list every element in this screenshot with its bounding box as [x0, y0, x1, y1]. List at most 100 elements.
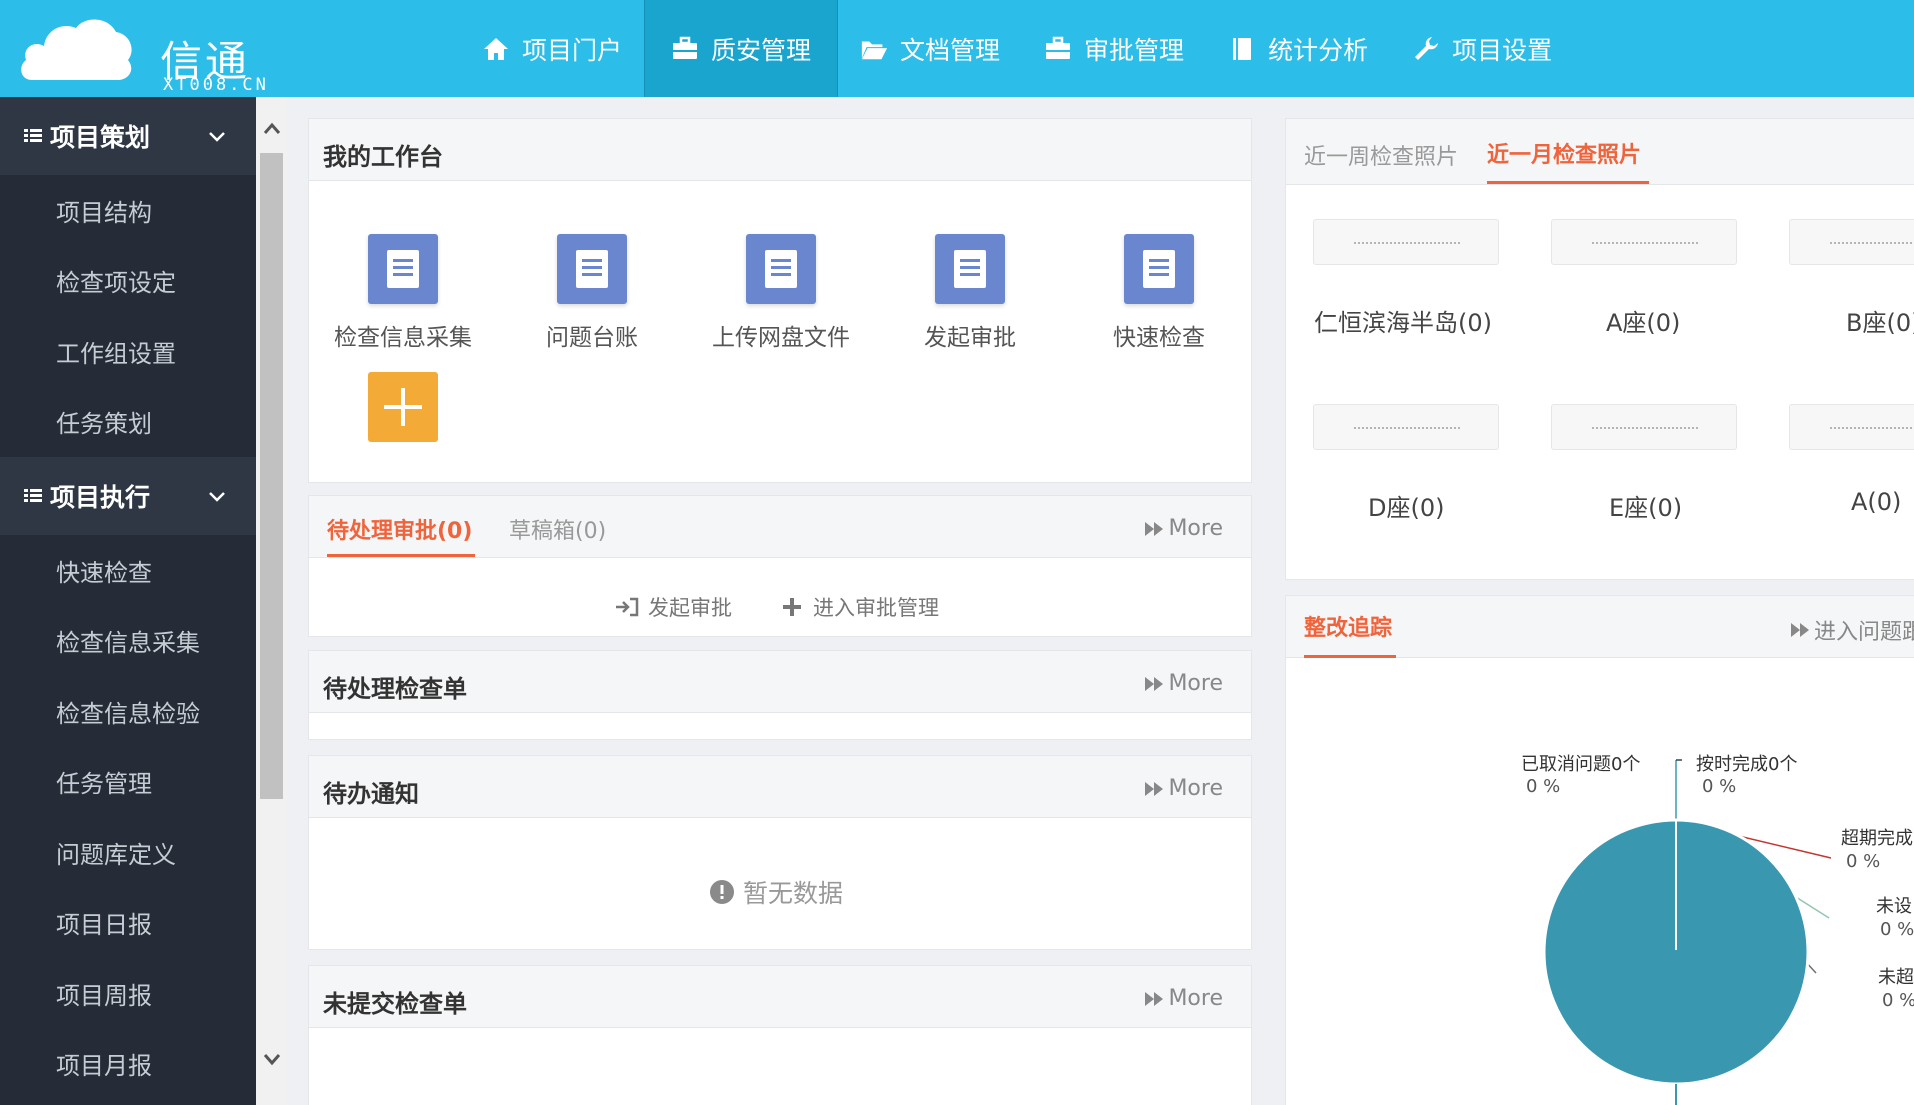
sign-in-icon [616, 597, 639, 617]
sidebar-item-daily-report[interactable]: 项目日报 [0, 888, 256, 959]
tab-week-photos[interactable]: 近一周检查照片 [1304, 139, 1458, 171]
sidebar-group-execution[interactable]: 项目执行 [0, 457, 256, 535]
sidebar-item-project-structure[interactable]: 项目结构 [0, 175, 256, 246]
photo-label[interactable]: A(0) [1851, 488, 1901, 516]
more-label: 进入问题跟 [1813, 620, 1914, 645]
rectify-more-link[interactable]: 进入问题跟 [1790, 614, 1914, 646]
approval-more-link[interactable]: More [1144, 516, 1223, 541]
fast-forward-icon [1145, 991, 1164, 1006]
workbench-item-issue-ledger[interactable]: 问题台账 [512, 234, 672, 352]
fast-forward-icon [1145, 781, 1164, 796]
nav-label: 文档管理 [900, 35, 1001, 65]
sidebar-item-check-collection[interactable]: 检查信息采集 [0, 606, 256, 677]
active-tab-underline [327, 554, 475, 557]
pie-pct-overdue-done: 0 % [1846, 851, 1881, 872]
document-icon [935, 234, 1005, 304]
pie-label-ontime: 按时完成0个 [1696, 754, 1798, 775]
sidebar-item-check-verification[interactable]: 检查信息检验 [0, 676, 256, 747]
approval-panel: 待处理审批(0) 草稿箱(0) More 发起审批 进入审批管理 [308, 495, 1252, 637]
document-icon [368, 234, 438, 304]
pending-check-title: 待处理检查单 [323, 675, 467, 703]
workbench-item-upload-file[interactable]: 上传网盘文件 [701, 234, 861, 352]
unsubmitted-title: 未提交检查单 [323, 990, 467, 1018]
top-navbar: 信通云 XT008.CN 项目门户 质安管理 文档管理 审批管理 统计分析 项目… [0, 0, 1914, 147]
tab-pending-approval[interactable]: 待处理审批(0) [327, 513, 472, 545]
sidebar-item-monthly-report[interactable]: 项目月报 [0, 1029, 256, 1100]
list-icon [24, 129, 42, 142]
pending-check-panel: 待处理检查单 More [308, 650, 1252, 740]
chevron-down-icon [209, 132, 225, 142]
nav-item-approval[interactable]: 审批管理 [1022, 0, 1206, 97]
scrollbar-thumb[interactable] [260, 153, 283, 799]
workbench-panel: 我的工作台 检查信息采集 问题台账 上传网盘文件 发起审批 快速检查 [308, 118, 1252, 483]
nav-item-documents[interactable]: 文档管理 [838, 0, 1022, 97]
start-approval-link[interactable]: 发起审批 [614, 592, 732, 622]
todo-notice-more-link[interactable]: More [1144, 776, 1223, 801]
tab-rectify[interactable]: 整改追踪 [1304, 610, 1392, 642]
enter-approval-management-link[interactable]: 进入审批管理 [781, 592, 939, 622]
nav-label: 统计分析 [1268, 35, 1369, 65]
pie-pct-not-overdue: 0 % [1882, 990, 1914, 1011]
tab-drafts[interactable]: 草稿箱(0) [509, 513, 606, 545]
rectify-tracking-panel: 整改追踪 进入问题跟 已取消问题0个 0 % 按时完成0个 0 % 超期完成 0… [1285, 595, 1914, 1105]
pending-check-more-link[interactable]: More [1144, 671, 1223, 696]
photo-thumbnail[interactable] [1789, 404, 1914, 450]
action-label: 发起审批 [648, 596, 732, 620]
document-icon [1124, 234, 1194, 304]
photo-thumbnail[interactable] [1313, 404, 1499, 450]
photo-thumbnail[interactable] [1551, 404, 1737, 450]
sidebar-group-label: 项目执行 [50, 483, 151, 512]
check-photos-panel: 近一周检查照片 近一月检查照片 仁恒滨海半岛(0) A座(0) B座(0) D座… [1285, 118, 1914, 580]
sidebar-group-label: 项目策划 [50, 123, 151, 152]
sidebar-item-issue-library[interactable]: 问题库定义 [0, 817, 256, 888]
photo-label[interactable]: A座(0) [1606, 303, 1680, 338]
pie-label-cancelled: 已取消问题0个 [1521, 754, 1641, 775]
workbench-item-quick-check[interactable]: 快速检查 [1079, 234, 1239, 352]
scroll-up-icon[interactable] [262, 119, 282, 139]
scroll-down-icon[interactable] [262, 1049, 282, 1069]
nav-item-settings[interactable]: 项目设置 [1390, 0, 1574, 97]
nav-label: 审批管理 [1084, 35, 1185, 65]
sidebar-group-planning[interactable]: 项目策划 [0, 97, 256, 175]
nav-item-statistics[interactable]: 统计分析 [1206, 0, 1390, 97]
nav-item-portal[interactable]: 项目门户 [460, 0, 644, 97]
workbench-item-start-approval[interactable]: 发起审批 [890, 234, 1050, 352]
sidebar-item-check-settings[interactable]: 检查项设定 [0, 246, 256, 317]
tab-month-photos[interactable]: 近一月检查照片 [1487, 137, 1641, 169]
workbench-item-check-collection[interactable]: 检查信息采集 [323, 234, 483, 352]
workbench-item-label: 上传网盘文件 [712, 325, 850, 351]
sidebar-item-quick-check[interactable]: 快速检查 [0, 535, 256, 606]
plus-icon [783, 598, 801, 616]
unsubmitted-more-link[interactable]: More [1144, 986, 1223, 1011]
photo-label[interactable]: B座(0) [1846, 303, 1914, 338]
photo-label[interactable]: D座(0) [1368, 488, 1444, 523]
todo-notice-header: 待办通知 More [309, 756, 1251, 818]
photo-label[interactable]: 仁恒滨海半岛(0) [1314, 303, 1492, 338]
approval-header: 待处理审批(0) 草稿箱(0) More [309, 496, 1251, 558]
pie-label-overdue-done: 超期完成 [1841, 828, 1913, 849]
sidebar-scrollbar[interactable] [256, 97, 287, 1105]
todo-notice-panel: 待办通知 More 暂无数据 [308, 755, 1252, 950]
more-label: More [1168, 776, 1223, 801]
sidebar-item-workgroup-settings[interactable]: 工作组设置 [0, 316, 256, 387]
check-photos-header: 近一周检查照片 近一月检查照片 [1286, 119, 1914, 185]
photo-thumbnail[interactable] [1313, 219, 1499, 265]
briefcase-icon [1046, 36, 1071, 59]
fast-forward-icon [1790, 623, 1809, 637]
folder-open-icon [861, 41, 888, 59]
add-shortcut-button[interactable] [368, 372, 438, 442]
photo-thumbnail[interactable] [1789, 219, 1914, 265]
active-tab-underline [1487, 181, 1649, 184]
sidebar-item-task-planning[interactable]: 任务策划 [0, 387, 256, 458]
photo-label[interactable]: E座(0) [1609, 488, 1682, 523]
briefcase-icon [673, 36, 698, 59]
workbench-item-label: 快速检查 [1113, 325, 1205, 351]
fast-forward-icon [1145, 521, 1164, 536]
brand-logo[interactable]: 信通云 XT008.CN [18, 12, 288, 147]
sidebar-item-weekly-report[interactable]: 项目周报 [0, 958, 256, 1029]
todo-notice-title: 待办通知 [323, 780, 419, 808]
nav-item-quality-safety[interactable]: 质安管理 [644, 0, 839, 97]
brand-domain: XT008.CN [163, 75, 269, 95]
sidebar-item-task-management[interactable]: 任务管理 [0, 747, 256, 818]
photo-thumbnail[interactable] [1551, 219, 1737, 265]
